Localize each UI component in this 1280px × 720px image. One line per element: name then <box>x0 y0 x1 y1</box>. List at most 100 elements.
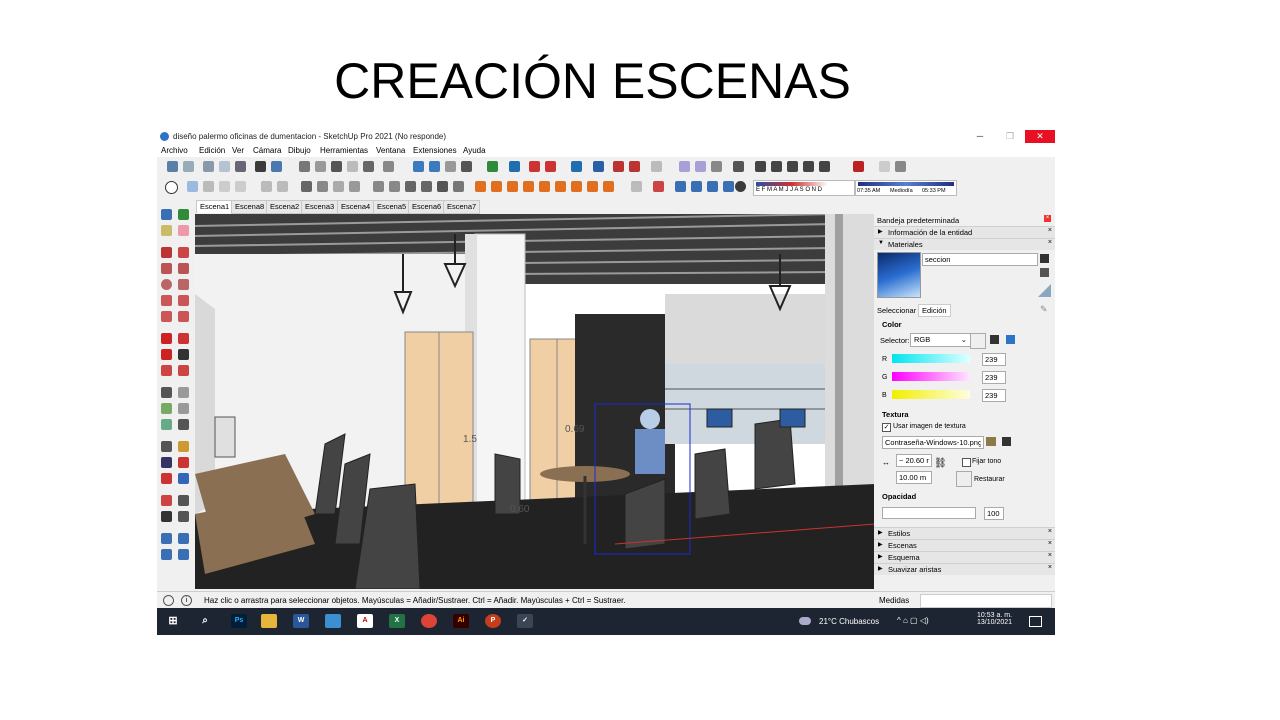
toolbar-tool-icon[interactable] <box>317 181 328 192</box>
edit-texture-icon[interactable] <box>1002 437 1011 446</box>
toolbar-tool-icon[interactable] <box>691 181 702 192</box>
text-icon[interactable] <box>178 403 189 414</box>
toolbar-tool-icon[interactable] <box>487 161 498 172</box>
toolbar-tool-icon[interactable] <box>539 181 550 192</box>
toolbar-tool-icon[interactable] <box>723 181 734 192</box>
toolbar-tool-icon[interactable] <box>675 181 686 192</box>
toolbar-tool-icon[interactable] <box>895 161 906 172</box>
toolbar-tool-icon[interactable] <box>613 161 624 172</box>
arc3-icon[interactable] <box>161 311 172 322</box>
texture-file-input[interactable] <box>882 436 984 449</box>
sandbox-icon[interactable] <box>161 533 172 544</box>
toolbar-tool-icon[interactable] <box>389 181 400 192</box>
menu-ventana[interactable]: Ventana <box>376 146 405 155</box>
info-icon[interactable]: i <box>181 595 192 606</box>
use-texture-checkbox[interactable]: ✓ <box>882 423 891 432</box>
file-explorer-icon[interactable] <box>261 614 277 628</box>
walk-icon[interactable] <box>161 511 172 522</box>
clock[interactable]: 10:53 a. m. 13/10/2021 <box>977 612 1012 626</box>
toolbar-tool-icon[interactable] <box>429 161 440 172</box>
toolbar-tool-icon[interactable] <box>711 161 722 172</box>
opacity-slider[interactable] <box>882 507 976 519</box>
zoom-window-icon[interactable] <box>178 457 189 468</box>
paint-bucket-icon[interactable] <box>161 225 172 236</box>
powerpoint-icon[interactable]: P <box>485 614 501 628</box>
zoom-icon[interactable] <box>161 457 172 468</box>
pan-icon[interactable] <box>178 441 189 452</box>
panel-entity-info[interactable]: ▶ Información de la entidad × <box>874 226 1055 238</box>
sketchup-layout-icon[interactable] <box>325 614 341 628</box>
illustrator-icon[interactable]: Ai <box>453 614 469 628</box>
tray-close-icon[interactable]: × <box>1044 215 1051 222</box>
toolbar-tool-icon[interactable] <box>755 161 766 172</box>
toolbar-tool-icon[interactable] <box>383 161 394 172</box>
b-slider[interactable] <box>892 390 970 399</box>
sandbox2-icon[interactable] <box>178 533 189 544</box>
sandbox4-icon[interactable] <box>178 549 189 560</box>
g-slider[interactable] <box>892 372 970 381</box>
panel-close-icon[interactable]: × <box>1048 239 1052 246</box>
toolbar-tool-icon[interactable] <box>629 161 640 172</box>
measures-input[interactable] <box>920 594 1052 608</box>
push-pull-icon[interactable] <box>178 333 189 344</box>
toolbar-tool-icon[interactable] <box>405 181 416 192</box>
r-value-input[interactable] <box>982 353 1006 366</box>
toolbar-tool-icon[interactable] <box>235 181 246 192</box>
orbit-icon[interactable] <box>161 441 172 452</box>
panel-close-icon[interactable]: × <box>1048 540 1052 547</box>
component-icon[interactable] <box>178 209 189 220</box>
toolbar-tool-icon[interactable] <box>523 181 534 192</box>
toolbar-tool-icon[interactable] <box>651 161 662 172</box>
toolbar-tool-icon[interactable] <box>571 181 582 192</box>
toolbar-tool-icon[interactable] <box>261 181 272 192</box>
toolbar-tool-icon[interactable] <box>507 181 518 192</box>
arc-icon[interactable] <box>161 295 172 306</box>
toolbar-tool-icon[interactable] <box>219 161 230 172</box>
sketchup-taskbar-icon[interactable]: ✓ <box>517 614 533 628</box>
circle-icon[interactable] <box>161 279 172 290</box>
tab-escena8[interactable]: Escena8 <box>231 200 269 214</box>
r-slider[interactable] <box>892 354 970 363</box>
panel-close-icon[interactable]: × <box>1048 528 1052 535</box>
house-icon[interactable] <box>331 161 342 172</box>
panel-close-icon[interactable]: × <box>1048 552 1052 559</box>
shadow-date-slider[interactable]: E F M A M J J A S O N D <box>753 180 855 196</box>
material-3d-icon[interactable] <box>1040 268 1049 277</box>
tab-escena2[interactable]: Escena2 <box>266 200 304 214</box>
create-material-icon[interactable] <box>1040 254 1049 263</box>
toolbar-tool-icon[interactable] <box>315 161 326 172</box>
toolbar-tool-icon[interactable] <box>695 161 706 172</box>
eyedropper-icon[interactable]: ✎ <box>1040 304 1048 315</box>
sandbox3-icon[interactable] <box>161 549 172 560</box>
toolbar-tool-icon[interactable] <box>421 181 432 192</box>
toolbar-tool-icon[interactable] <box>203 181 214 192</box>
zoom-extents-icon[interactable] <box>161 473 172 484</box>
restore-swatch[interactable] <box>956 471 972 487</box>
check-icon[interactable] <box>165 181 178 194</box>
toolbar-tool-icon[interactable] <box>803 161 814 172</box>
minimize-button[interactable]: ─ <box>965 130 995 143</box>
browse-folder-icon[interactable] <box>986 437 996 446</box>
shadow-time-slider[interactable]: 07:35 AM Mediodía 05:33 PM <box>855 180 957 196</box>
weather-icon[interactable] <box>799 617 811 625</box>
tray-icons[interactable]: ^ ⌂ ▢ ◁) <box>897 616 929 625</box>
freehand-icon[interactable] <box>178 247 189 258</box>
offset-icon[interactable] <box>178 365 189 376</box>
texture-height-input[interactable] <box>896 471 932 484</box>
toolbar-tool-icon[interactable] <box>373 181 384 192</box>
toolbar-tool-icon[interactable] <box>453 181 464 192</box>
geo-location-icon[interactable] <box>163 595 174 606</box>
toolbar-tool-icon[interactable] <box>491 181 502 192</box>
excel-icon[interactable]: X <box>389 614 405 628</box>
panel-scenes[interactable]: ▶ Escenas × <box>874 539 1055 551</box>
dimension-icon[interactable] <box>178 387 189 398</box>
arc2-icon[interactable] <box>178 295 189 306</box>
rotate-icon[interactable] <box>161 349 172 360</box>
move-icon[interactable] <box>161 333 172 344</box>
rectangle-icon[interactable] <box>161 263 172 274</box>
eye-icon[interactable] <box>679 161 690 172</box>
fix-tone-checkbox[interactable] <box>962 458 971 467</box>
tab-escena5[interactable]: Escena5 <box>373 200 411 214</box>
menu-ayuda[interactable]: Ayuda <box>463 146 486 155</box>
selector-dropdown[interactable]: RGB ⌄ <box>910 333 971 347</box>
